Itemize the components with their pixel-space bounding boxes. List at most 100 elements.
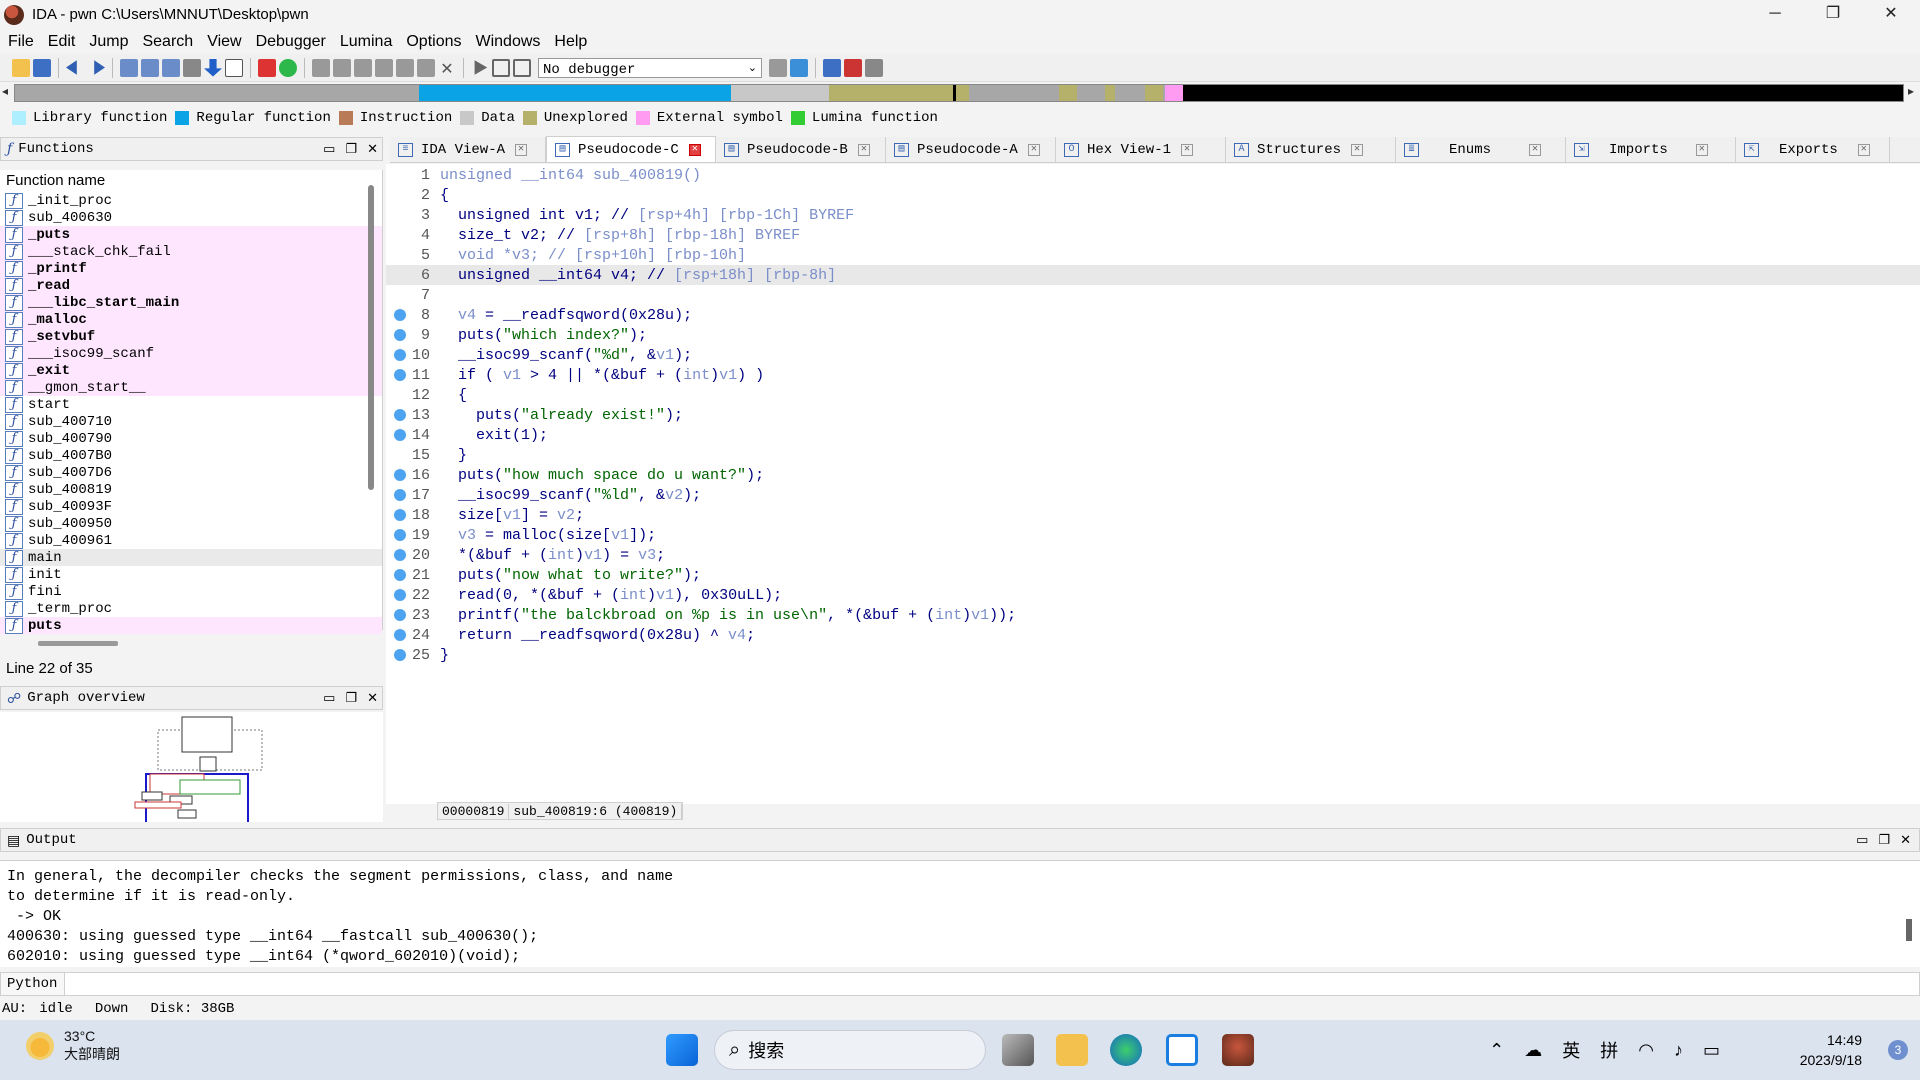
panel-float-icon[interactable]: ❐: [345, 690, 357, 706]
tab-pseudocode-a[interactable]: ▤ Pseudocode-A ✕: [886, 137, 1056, 162]
menu-edit[interactable]: Edit: [40, 33, 82, 51]
attach-icon[interactable]: [769, 58, 787, 77]
code-line[interactable]: 25}: [386, 645, 1920, 665]
file-explorer-icon[interactable]: [1056, 1034, 1088, 1066]
code-line[interactable]: 12 {: [386, 385, 1920, 405]
code-line[interactable]: 3 unsigned int v1; // [rsp+4h] [rbp-1Ch]…: [386, 205, 1920, 225]
task-view-icon[interactable]: [1002, 1034, 1034, 1066]
tab-close-icon[interactable]: ✕: [1181, 143, 1194, 156]
breakpoint-dot-icon[interactable]: [394, 369, 406, 381]
function-list-item[interactable]: ƒ sub_4007B0: [0, 447, 382, 464]
tab-ida-view-a[interactable]: ≡ IDA View-A ✕: [390, 137, 546, 162]
panel-close-icon[interactable]: ✕: [1900, 832, 1911, 848]
apply-patch-icon[interactable]: [333, 58, 351, 77]
export-icon[interactable]: [354, 58, 372, 77]
start-windows-icon[interactable]: [666, 1034, 698, 1066]
clock[interactable]: 14:49 2023/9/18: [1800, 1030, 1862, 1070]
add-breakpoint-icon[interactable]: [844, 58, 862, 77]
tab-hex-view-1[interactable]: O Hex View-1 ✕: [1056, 137, 1226, 162]
breakpoint-dot-icon[interactable]: [394, 309, 406, 321]
panel-float-icon[interactable]: ❐: [1878, 832, 1890, 848]
breakpoint-dot-icon[interactable]: [394, 509, 406, 521]
function-list-item[interactable]: ƒ ___libc_start_main: [0, 294, 382, 311]
code-line[interactable]: 13 puts("already exist!");: [386, 405, 1920, 425]
code-line[interactable]: 4 size_t v2; // [rsp+8h] [rbp-18h] BYREF: [386, 225, 1920, 245]
cloud-icon[interactable]: ☁: [1524, 1040, 1542, 1061]
code-line[interactable]: 20 *(&buf + (int)v1) = v3;: [386, 545, 1920, 565]
tab-close-icon[interactable]: ✕: [1027, 143, 1040, 156]
breakpoint-dot-icon[interactable]: [394, 469, 406, 481]
function-list-item[interactable]: ƒ sub_40093F: [0, 498, 382, 515]
panel-minimize-icon[interactable]: ▭: [323, 690, 335, 706]
binoculars-icon[interactable]: [120, 58, 138, 77]
code-line[interactable]: 15 }: [386, 445, 1920, 465]
panel-close-icon[interactable]: ✕: [367, 690, 378, 706]
weather-widget[interactable]: 33°C 大部晴朗: [26, 1028, 120, 1064]
graph-icon[interactable]: [258, 58, 276, 77]
tab-close-icon[interactable]: ✕: [1529, 143, 1542, 156]
function-list-item[interactable]: ƒ _exit: [0, 362, 382, 379]
menu-search[interactable]: Search: [134, 33, 199, 51]
breakpoint-dot-icon[interactable]: [394, 649, 406, 661]
tab-exports[interactable]: ⇱ Exports ✕: [1736, 137, 1890, 162]
code-line[interactable]: 17 __isoc99_scanf("%ld", &v2);: [386, 485, 1920, 505]
code-line[interactable]: 1 unsigned __int64 sub_400819(): [386, 165, 1920, 185]
menu-help[interactable]: Help: [546, 33, 593, 51]
code-line[interactable]: 24 return __readfsqword(0x28u) ^ v4;: [386, 625, 1920, 645]
plugin-icon[interactable]: [396, 58, 414, 77]
tab-structures[interactable]: A Structures ✕: [1226, 137, 1396, 162]
code-line[interactable]: 18 size[v1] = v2;: [386, 505, 1920, 525]
code-line[interactable]: 5 void *v3; // [rsp+10h] [rbp-10h]: [386, 245, 1920, 265]
breakpoint-dot-icon[interactable]: [394, 349, 406, 361]
code-line[interactable]: 7: [386, 285, 1920, 305]
edge-browser-icon[interactable]: [1110, 1034, 1142, 1066]
code-line[interactable]: 2{: [386, 185, 1920, 205]
menu-options[interactable]: Options: [398, 33, 467, 51]
function-list-item[interactable]: ƒ _setvbuf: [0, 328, 382, 345]
search-immediate-icon[interactable]: [183, 58, 201, 77]
code-line[interactable]: 11 if ( v1 > 4 || *(&buf + (int)v1) ): [386, 365, 1920, 385]
panel-close-icon[interactable]: ✕: [367, 141, 378, 157]
function-list-item[interactable]: ƒ _malloc: [0, 311, 382, 328]
code-line[interactable]: 9 puts("which index?");: [386, 325, 1920, 345]
patch-icon[interactable]: [312, 58, 330, 77]
functions-scrollbar[interactable]: [368, 185, 374, 490]
function-list-item[interactable]: ƒ sub_4007D6: [0, 464, 382, 481]
function-list-item[interactable]: ƒ fini: [0, 583, 382, 600]
code-line[interactable]: 19 v3 = malloc(size[v1]);: [386, 525, 1920, 545]
panel-float-icon[interactable]: ❐: [345, 141, 357, 157]
function-list-item[interactable]: ƒ start: [0, 396, 382, 413]
breakpoint-dot-icon[interactable]: [394, 629, 406, 641]
play-icon[interactable]: [474, 60, 488, 75]
function-list-item[interactable]: ƒ sub_400819: [0, 481, 382, 498]
remove-breakpoint-icon[interactable]: [865, 58, 883, 77]
open-folder-icon[interactable]: [12, 58, 30, 77]
function-list-item[interactable]: ƒ __gmon_start__: [0, 379, 382, 396]
panel-minimize-icon[interactable]: ▭: [1856, 832, 1868, 848]
nav-left-arrow-icon[interactable]: ◂: [2, 84, 8, 98]
menu-view[interactable]: View: [199, 33, 247, 51]
breakpoint-dot-icon[interactable]: [394, 589, 406, 601]
column-header-function-name[interactable]: Function name: [0, 170, 382, 192]
text-mode-icon[interactable]: [225, 58, 243, 77]
ime-language-indicator[interactable]: 英: [1562, 1037, 1580, 1063]
jump-down-icon[interactable]: [204, 58, 222, 77]
code-line[interactable]: 10 __isoc99_scanf("%d", &v1);: [386, 345, 1920, 365]
ida-taskbar-icon[interactable]: [1222, 1034, 1254, 1066]
function-list-item[interactable]: ƒ _printf: [0, 260, 382, 277]
menu-file[interactable]: File: [0, 33, 40, 51]
code-line[interactable]: 14 exit(1);: [386, 425, 1920, 445]
function-list-item[interactable]: ƒ sub_400710: [0, 413, 382, 430]
code-line[interactable]: 23 printf("the balckbroad on %p is in us…: [386, 605, 1920, 625]
refresh-icon[interactable]: [790, 58, 808, 77]
function-list-item[interactable]: ƒ _puts: [0, 226, 382, 243]
run-green-icon[interactable]: [279, 58, 297, 77]
search-text-icon[interactable]: [141, 58, 159, 77]
cancel-icon[interactable]: ✕: [438, 59, 456, 78]
app-icon[interactable]: [1166, 1034, 1198, 1066]
function-list-item[interactable]: ƒ init: [0, 566, 382, 583]
output-console[interactable]: In general, the decompiler checks the se…: [0, 860, 1920, 967]
code-line[interactable]: 16 puts("how much space do u want?");: [386, 465, 1920, 485]
breakpoint-dot-icon[interactable]: [394, 529, 406, 541]
breakpoint-dot-icon[interactable]: [394, 609, 406, 621]
